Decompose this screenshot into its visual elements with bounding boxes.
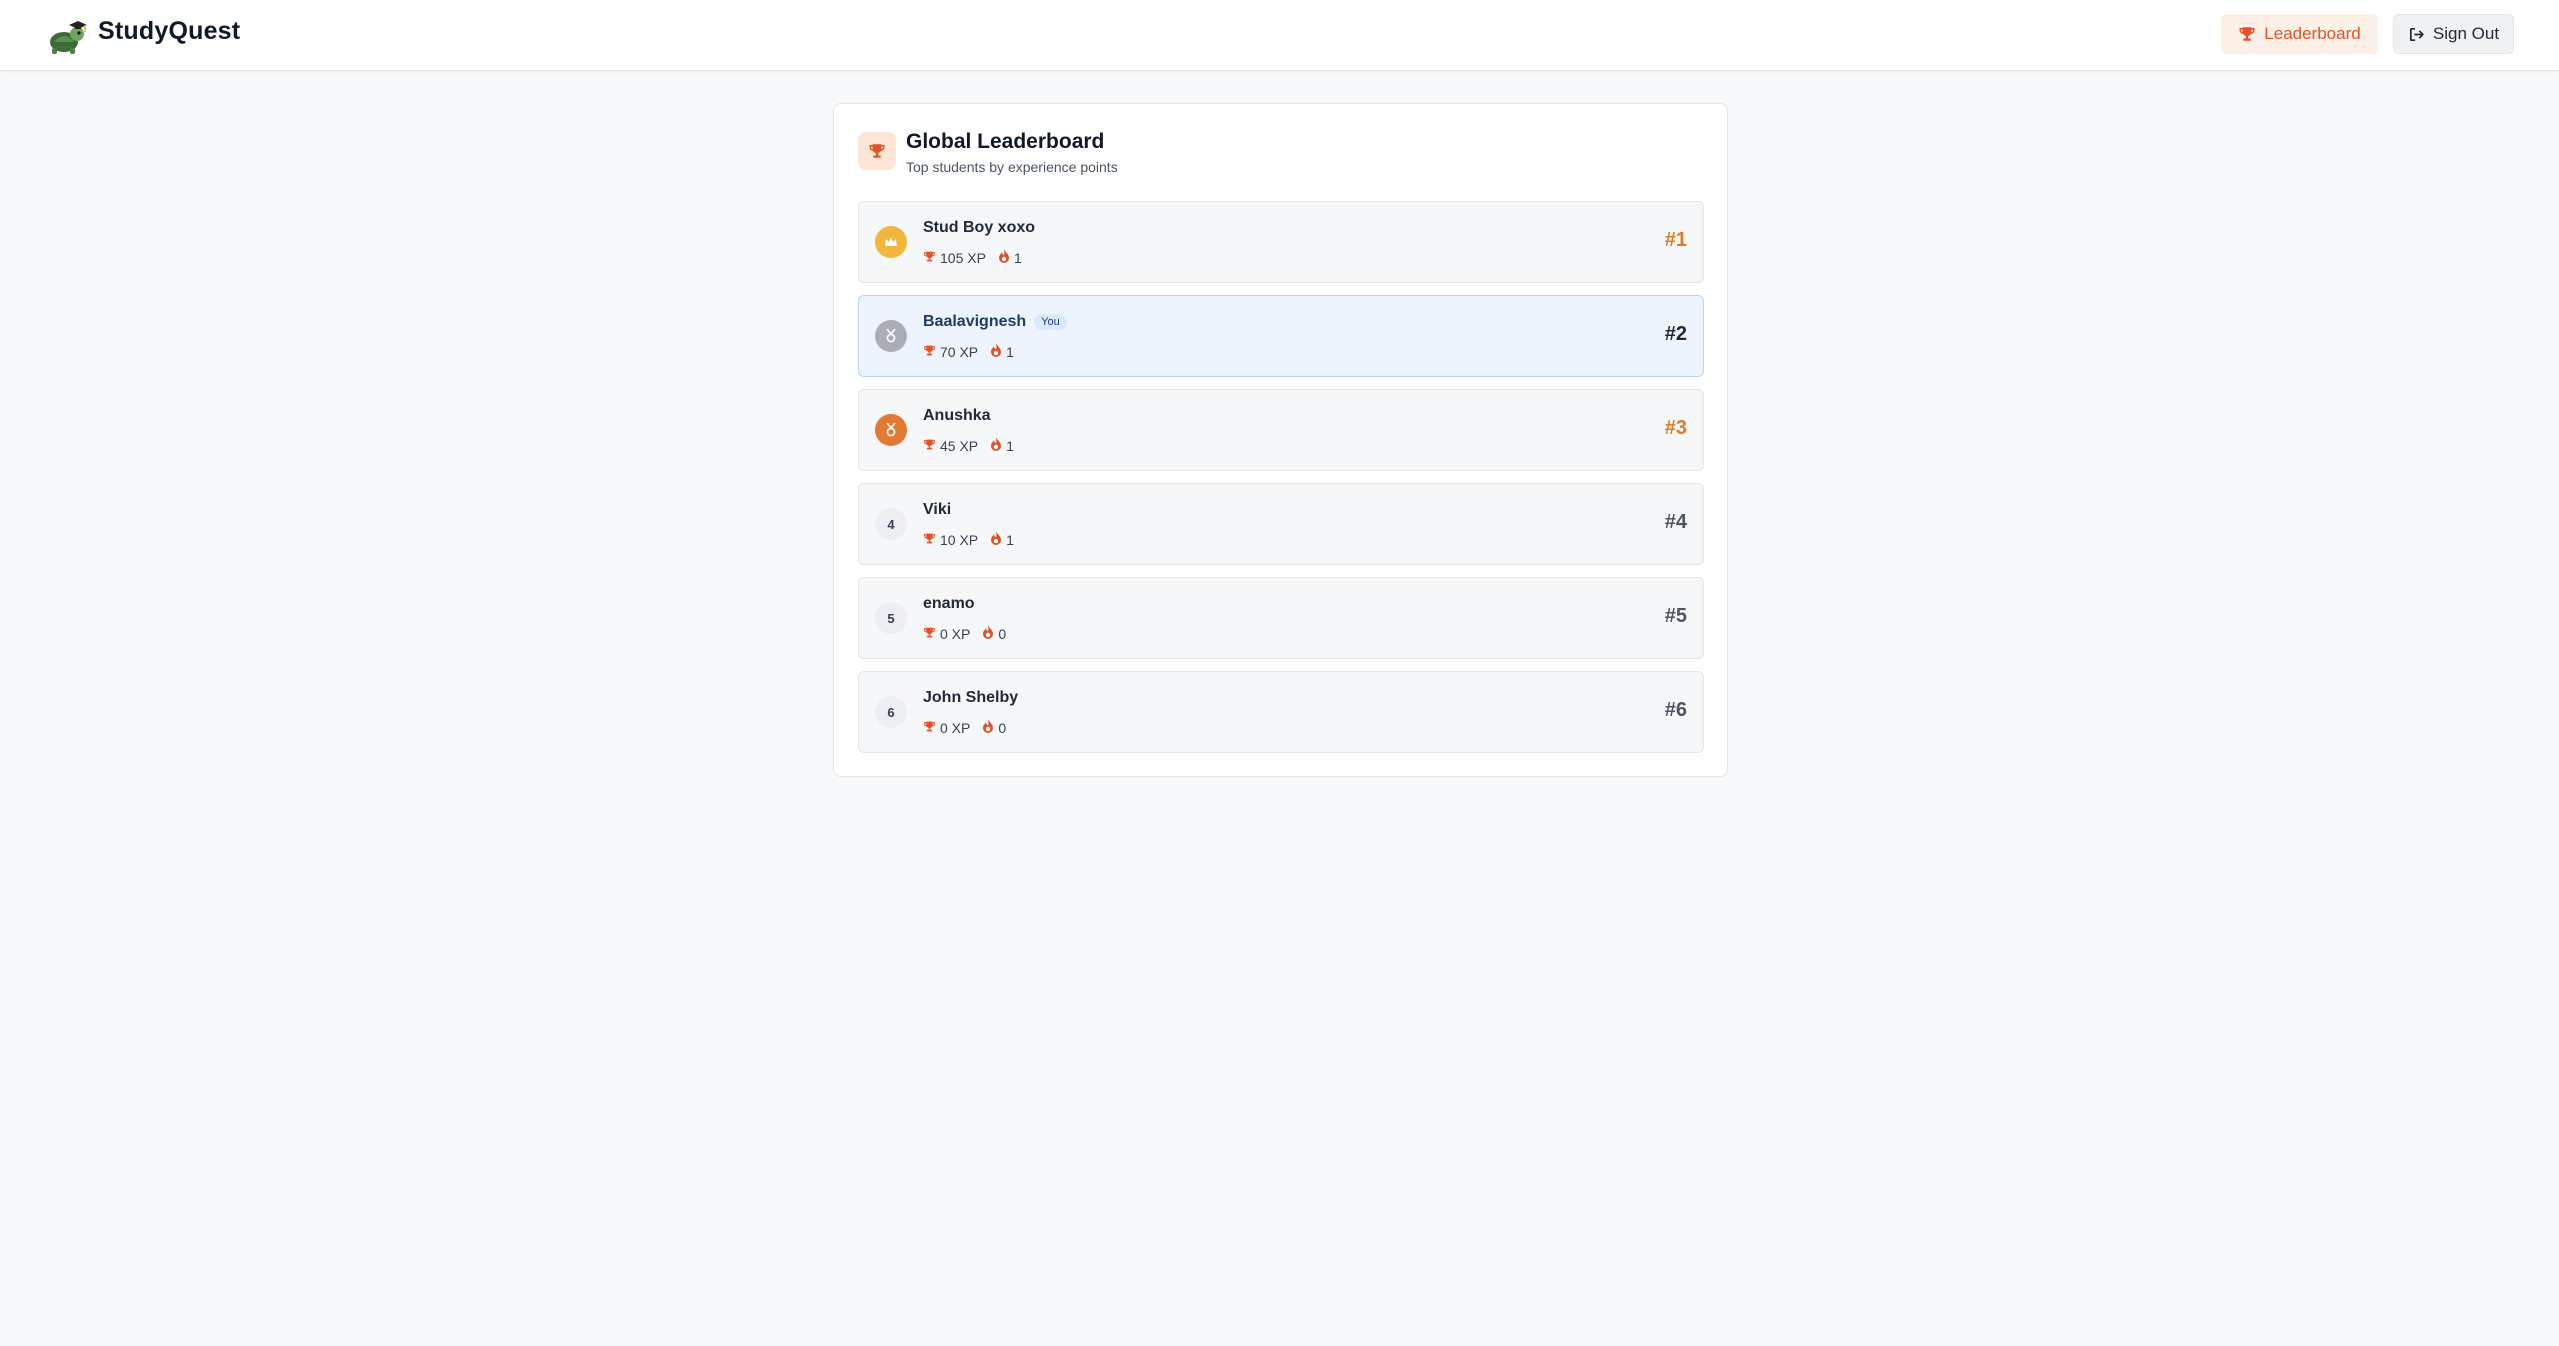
sign-out-button[interactable]: Sign Out [2393, 14, 2514, 54]
student-stats: 70 XP 1 [923, 343, 1014, 360]
streak-value: 0 [998, 625, 1007, 642]
flame-icon [982, 625, 994, 642]
rank-label: #1 [1664, 229, 1687, 251]
sign-out-icon [2409, 27, 2424, 41]
leaderboard-card: Global Leaderboard Top students by exper… [833, 103, 1728, 777]
leaderboard-row[interactable]: 4 Viki 10 XP 1 #4 [858, 483, 1704, 565]
streak-value: 1 [1006, 343, 1014, 360]
leaderboard-button-label: Leaderboard [2264, 24, 2361, 43]
student-name: Anushka [923, 407, 991, 424]
leaderboard-row[interactable]: Stud Boy xoxo 105 XP 1 #1 [858, 201, 1704, 283]
trophy-icon [2239, 27, 2255, 41]
trophy-icon [923, 344, 936, 360]
trophy-icon [858, 132, 896, 170]
student-name: Stud Boy xoxo [923, 219, 1036, 236]
trophy-icon [923, 720, 936, 736]
crown-icon [875, 226, 907, 258]
flame-icon [982, 719, 994, 736]
sign-out-button-label: Sign Out [2432, 24, 2500, 43]
leaderboard-subtitle: Top students by experience points [906, 159, 1118, 175]
leaderboard-row[interactable]: Anushka 45 XP 1 #3 [858, 389, 1704, 471]
trophy-icon [923, 626, 936, 642]
flame-icon [998, 249, 1010, 266]
turtle-logo-icon[interactable] [44, 12, 88, 56]
flame-icon [990, 531, 1002, 548]
rank-number-badge: 6 [875, 696, 907, 728]
leaderboard-row[interactable]: 5 enamo 0 XP 0 #5 [858, 577, 1704, 659]
streak-value: 1 [1013, 249, 1022, 266]
student-stats: 45 XP 1 [923, 437, 1014, 454]
rank-number-badge: 4 [875, 508, 907, 540]
rank-label: #5 [1664, 605, 1687, 627]
flame-icon [990, 437, 1002, 454]
medal-icon [875, 320, 907, 352]
leaderboard-button[interactable]: Leaderboard [2221, 14, 2378, 54]
medal-icon [875, 414, 907, 446]
rank-label: #2 [1664, 323, 1687, 345]
xp-value: 45 XP [940, 437, 979, 454]
rank-label: #3 [1664, 417, 1687, 439]
student-stats: 0 XP 0 [923, 625, 1006, 642]
streak-value: 0 [998, 719, 1007, 736]
student-name: Viki [923, 501, 952, 518]
xp-value: 105 XP [940, 249, 986, 266]
leaderboard-row-current-user[interactable]: Baalavignesh You 70 XP 1 #2 [858, 295, 1704, 377]
app-name[interactable]: StudyQuest [98, 17, 240, 46]
trophy-icon [923, 438, 936, 454]
trophy-icon [923, 250, 936, 266]
trophy-icon [923, 532, 936, 548]
student-name: enamo [923, 595, 975, 612]
you-badge: You [1034, 314, 1067, 330]
student-stats: 105 XP 1 [923, 249, 1022, 266]
leaderboard-row[interactable]: 6 John Shelby 0 XP 0 #6 [858, 671, 1704, 753]
student-name: Baalavignesh You [923, 313, 1067, 331]
xp-value: 0 XP [940, 719, 971, 736]
rank-number-badge: 5 [875, 602, 907, 634]
top-navigation-bar: StudyQuest Leaderboard Sign Out [0, 0, 2559, 71]
streak-value: 1 [1006, 531, 1014, 548]
leaderboard-title: Global Leaderboard [906, 130, 1105, 153]
student-name: John Shelby [923, 689, 1019, 706]
student-stats: 0 XP 0 [923, 719, 1006, 736]
xp-value: 0 XP [940, 625, 971, 642]
rank-label: #6 [1664, 699, 1687, 721]
xp-value: 10 XP [940, 531, 979, 548]
xp-value: 70 XP [940, 343, 979, 360]
streak-value: 1 [1006, 437, 1014, 454]
rank-label: #4 [1664, 511, 1687, 533]
flame-icon [990, 343, 1002, 360]
student-stats: 10 XP 1 [923, 531, 1014, 548]
